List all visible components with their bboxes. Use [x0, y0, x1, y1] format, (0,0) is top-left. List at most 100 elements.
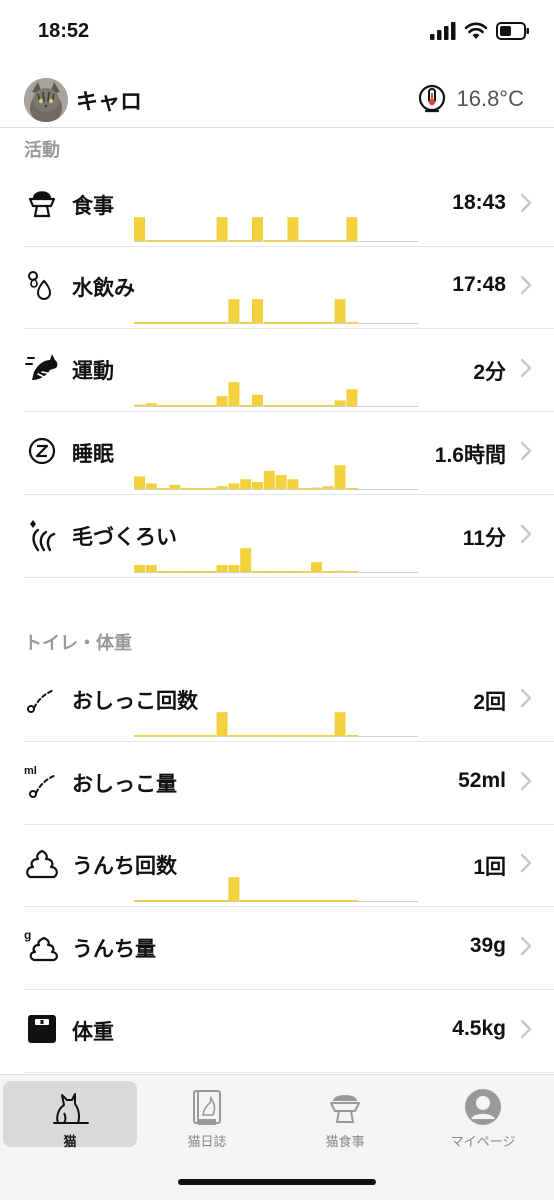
sparkline-bar-zero — [193, 571, 205, 573]
sparkline-bar-zero — [275, 405, 288, 407]
chevron-right-icon[interactable] — [520, 771, 532, 791]
sparkline-bar-zero — [299, 240, 311, 242]
sparkline-bar-zero — [169, 405, 182, 407]
metric-value-water: 17:48 — [452, 273, 506, 296]
sparkline-bar — [134, 217, 145, 241]
sparkline-bar-zero — [216, 322, 229, 324]
metric-row-pee-count[interactable]: おしっこ回数 2回 — [0, 659, 554, 742]
tab-cat-food-label: 猫食事 — [325, 1135, 365, 1150]
sparkline-water — [134, 299, 418, 324]
sparkline-bar-zero — [311, 240, 323, 242]
sparkline-bar-zero — [334, 240, 347, 242]
sparkline-bar — [334, 570, 346, 572]
food-bowl-icon — [28, 191, 56, 218]
metric-row-water[interactable]: 水飲み 17:48 — [0, 246, 554, 329]
metric-row-poop-count[interactable]: うんち回数 1回 — [0, 824, 554, 907]
sparkline-bar-zero — [299, 405, 311, 407]
sparkline-bar-zero — [181, 900, 193, 902]
water-drop-icon — [28, 271, 52, 300]
chevron-right-icon[interactable] — [520, 193, 532, 213]
sparkline-bar — [216, 486, 228, 489]
chevron-right-icon[interactable] — [520, 688, 532, 708]
metric-row-sleep[interactable]: 睡眠 1.6時間 — [0, 412, 554, 495]
chevron-right-icon[interactable] — [520, 1019, 532, 1039]
sparkline-bar-zero — [204, 571, 217, 573]
sparkline-bar — [134, 476, 145, 489]
tab-cat-food[interactable]: 猫食事 — [278, 1081, 412, 1150]
sparkline-bar-zero — [157, 322, 170, 324]
sparkline-bar-zero — [204, 405, 217, 407]
cat-name[interactable]: キャロ — [76, 84, 142, 116]
sparkline-bar — [322, 486, 334, 489]
status-icons — [430, 22, 530, 40]
sparkline-bar-zero — [240, 322, 252, 324]
sparkline-bar-zero — [322, 735, 335, 737]
sparkline-bar — [216, 396, 228, 406]
sparkline-bar-zero — [181, 735, 193, 737]
chevron-right-icon[interactable] — [520, 441, 532, 461]
sparkline-bar-zero — [193, 405, 205, 407]
chevron-right-icon[interactable] — [520, 853, 532, 873]
sparkline-bar-zero — [181, 488, 193, 490]
sparkline-bar — [334, 465, 346, 489]
metric-label-pee-amount: おしっこ量 — [72, 772, 177, 796]
sparkline-bar — [134, 404, 145, 406]
sparkline-bar-zero — [216, 900, 229, 902]
sparkline-bar-zero — [263, 900, 276, 902]
sparkline-bar — [275, 475, 287, 489]
tab-cat-label: 猫 — [63, 1135, 77, 1150]
temperature-value: 16.8°C — [456, 86, 524, 111]
sparkline-bar — [346, 389, 358, 406]
status-time: 18:52 — [38, 20, 90, 42]
sparkline-sleep — [134, 465, 418, 490]
sparkline-bar-zero — [204, 900, 217, 902]
temperature-display[interactable]: 16.8°C — [416, 82, 524, 116]
metric-row-poop-amount[interactable]: g うんち量 39g — [0, 907, 554, 990]
sparkline-bar-zero — [263, 322, 276, 324]
chevron-right-icon[interactable] — [520, 936, 532, 956]
chevron-right-icon[interactable] — [520, 275, 532, 295]
metric-row-weight[interactable]: 体重 4.5kg — [0, 990, 554, 1073]
home-indicator — [178, 1179, 376, 1185]
sparkline-bar-zero — [134, 322, 146, 324]
sparkline-bar — [145, 565, 157, 572]
sparkline-bar-zero — [311, 322, 323, 324]
tab-cat[interactable]: 猫 — [3, 1081, 137, 1150]
sparkline-bar-zero — [252, 900, 264, 902]
sparkline-bar-zero — [157, 240, 170, 242]
sparkline-bar-zero — [263, 735, 276, 737]
sparkline-bar-zero — [169, 571, 182, 573]
metric-row-grooming[interactable]: 毛づくろい 11分 — [0, 495, 554, 578]
metric-value-poop-count: 1回 — [473, 856, 506, 879]
sparkline-bar-zero — [287, 322, 300, 324]
metric-label-meal: 食事 — [72, 194, 114, 218]
sparkline-bar — [287, 479, 299, 489]
sparkline-bar — [311, 487, 322, 489]
metric-value-poop-amount: 39g — [469, 934, 506, 957]
sparkline-bar-zero — [157, 405, 170, 407]
metric-row-pee-amount[interactable]: ml おしっこ量 52ml — [0, 742, 554, 825]
sparkline-bar — [228, 299, 240, 323]
sparkline-bar — [252, 482, 263, 489]
metric-row-meal[interactable]: 食事 18:43 — [0, 164, 554, 247]
sparkline-bar-zero — [193, 322, 205, 324]
sparkline-bar-zero — [134, 735, 146, 737]
sparkline-bar-zero — [240, 240, 252, 242]
sparkline-bar-zero — [204, 240, 217, 242]
sparkline-bar-zero — [169, 900, 182, 902]
tab-cat-diary-label: 猫日誌 — [187, 1135, 227, 1150]
section-title-toilet-weight: トイレ・体重 — [24, 633, 132, 654]
sparkline-bar-zero — [134, 900, 146, 902]
sparkline-bar-zero — [193, 735, 205, 737]
sparkline-bar-zero — [204, 322, 217, 324]
sparkline-bar-zero — [275, 735, 288, 737]
cat-avatar[interactable] — [24, 78, 68, 122]
tab-my-page[interactable]: マイページ — [416, 1081, 550, 1150]
sparkline-bar — [252, 394, 263, 406]
chevron-right-icon[interactable] — [520, 524, 532, 544]
chevron-right-icon[interactable] — [520, 358, 532, 378]
tab-cat-diary[interactable]: 猫日誌 — [140, 1081, 274, 1150]
metric-row-exercise[interactable]: 運動 2分 — [0, 329, 554, 412]
metric-value-weight: 4.5kg — [452, 1017, 506, 1040]
header: キャロ 16.8°C — [0, 70, 554, 128]
